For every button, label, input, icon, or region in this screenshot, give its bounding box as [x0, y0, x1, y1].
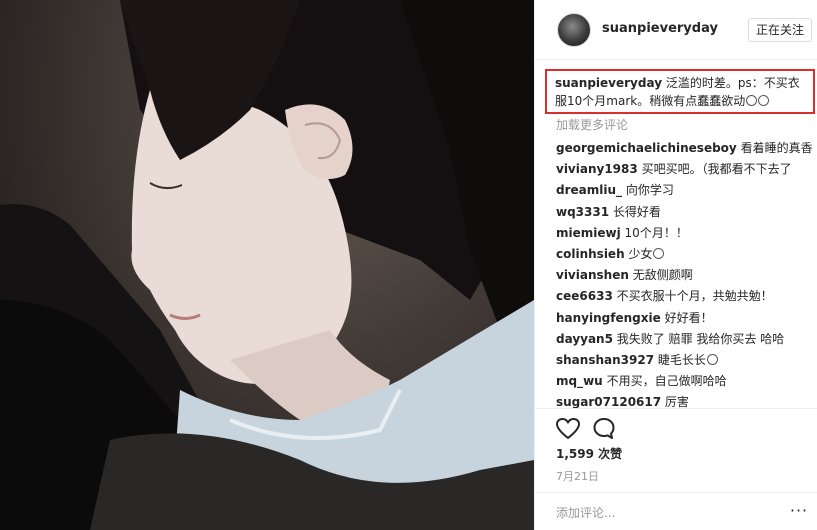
comment-username[interactable]: mq_wu [556, 374, 603, 388]
comment-item: vivianshen 无敌侧颜啊 [556, 265, 817, 286]
add-comment-input[interactable] [556, 504, 776, 522]
post-photo[interactable] [0, 0, 534, 530]
comment-text: 买吧买吧。（我都看不下去了 [641, 162, 792, 177]
caption-username[interactable]: suanpieveryday [555, 76, 662, 90]
comment-item: shanshan3927 睫毛长长 [556, 350, 817, 371]
comment-username[interactable]: vivianshen [556, 268, 629, 282]
comment-text: 10个月！！ [624, 225, 688, 240]
smiley-emoji-icon [653, 248, 665, 260]
comment-text: 无敌侧颜啊 [632, 268, 693, 283]
comment-item: dreamliu_ 向你学习 [556, 180, 817, 201]
comment-item: sugar07120617 厉害 [556, 392, 817, 408]
comment-text: 好好看！ [664, 310, 713, 325]
load-more-comments-link[interactable]: 加载更多评论 [556, 116, 628, 133]
comment-username[interactable]: sugar07120617 [556, 395, 661, 408]
photo-illustration [0, 0, 534, 530]
comment-username[interactable]: viviany1983 [556, 162, 638, 176]
comment-text: 长得好看 [612, 204, 661, 219]
smiley-emoji-icon [706, 354, 718, 366]
like-count[interactable]: 1,599 次赞 [556, 445, 622, 462]
post-caption: suanpieveryday 泛滥的时差。ps：不买衣服10个月mark。稍微有… [545, 69, 815, 114]
comment-text: 向你学习 [625, 183, 674, 198]
heart-icon[interactable] [555, 417, 581, 441]
comment-text: 厉害 [664, 395, 689, 408]
comment-username[interactable]: miemiewj [556, 226, 621, 240]
comment-item: hanyingfengxie 好好看！ [556, 308, 817, 329]
post-header: suanpieveryday 正在关注 [535, 0, 817, 60]
comment-text: 不用买，自己做啊哈哈 [606, 374, 727, 389]
comment-item: miemiewj 10个月！！ [556, 223, 817, 244]
post-date: 7月21日 [556, 470, 599, 483]
comment-username[interactable]: dayyan5 [556, 332, 613, 346]
more-options-button[interactable]: ··· [787, 501, 811, 523]
comment-username[interactable]: wq3331 [556, 205, 609, 219]
post-sidebar: suanpieveryday 正在关注 suanpieveryday 泛滥的时差… [534, 0, 817, 530]
comment-text: 看着睡的真香 [740, 141, 813, 155]
post-username[interactable]: suanpieveryday [602, 21, 718, 36]
comment-username[interactable]: cee6633 [556, 289, 613, 303]
comment-username[interactable]: georgemichaelichineseboy [556, 141, 737, 155]
following-button[interactable]: 正在关注 [748, 18, 812, 42]
comment-text: 我失败了 赔罪 我给你买去 哈哈 [616, 331, 785, 346]
comment-text: 少女 [628, 247, 653, 262]
add-comment-row: ··· [535, 492, 817, 530]
post-actions: 1,599 次赞 7月21日 ··· [535, 408, 817, 530]
comment-item: wq3331 长得好看 [556, 202, 817, 223]
comment-item: mq_wu 不用买，自己做啊哈哈 [556, 371, 817, 392]
comment-bubble-icon[interactable] [591, 417, 617, 441]
comment-username[interactable]: hanyingfengxie [556, 311, 661, 325]
comment-text: 睫毛长长 [657, 353, 706, 368]
comment-item: viviany1983 买吧买吧。（我都看不下去了 [556, 159, 817, 180]
comment-text: 不买衣服十个月，共勉共勉！ [616, 289, 773, 304]
comment-item: georgemichaelichineseboy 看着睡的真香 [556, 138, 817, 159]
comment-username[interactable]: colinhsieh [556, 247, 625, 261]
avatar[interactable] [557, 13, 591, 47]
smiley-emoji-icon [746, 95, 758, 106]
comment-username[interactable]: dreamliu_ [556, 183, 622, 197]
smiley-emoji-icon [758, 95, 770, 106]
comment-item: dayyan5 我失败了 赔罪 我给你买去 哈哈 [556, 329, 817, 350]
comment-item: cee6633 不买衣服十个月，共勉共勉！ [556, 286, 817, 307]
comment-list: georgemichaelichineseboy 看着睡的真香 viviany1… [556, 138, 817, 408]
comment-username[interactable]: shanshan3927 [556, 353, 654, 367]
comment-item: colinhsieh 少女 [556, 244, 817, 265]
